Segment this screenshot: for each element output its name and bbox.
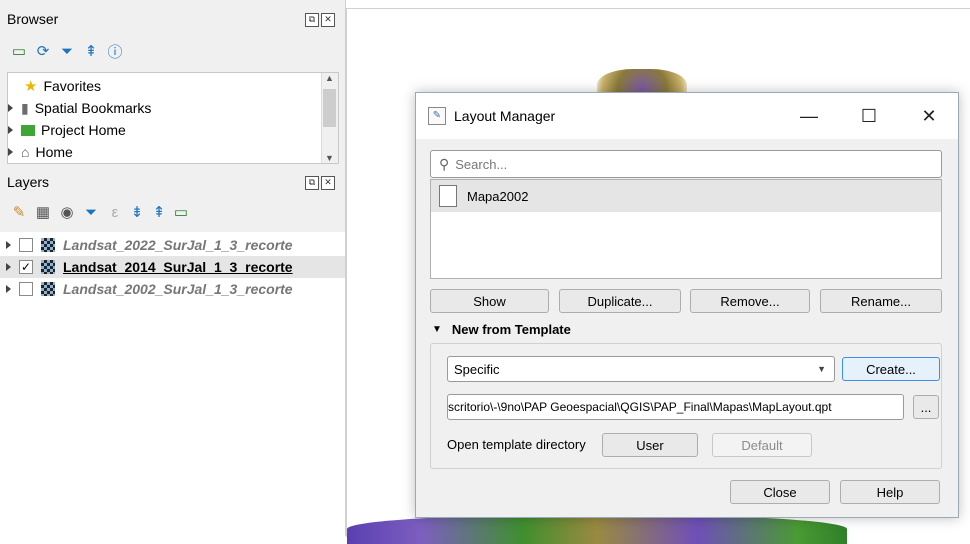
close-panel-icon[interactable]: ✕ xyxy=(321,176,335,190)
layouts-list: Mapa2002 xyxy=(430,179,942,279)
float-panel-icon[interactable]: ⧉ xyxy=(305,13,319,27)
layer-label: Landsat_2002_SurJal_1_3_recorte xyxy=(63,281,293,297)
browse-button[interactable]: ... xyxy=(913,395,939,419)
expand-arrow-icon[interactable] xyxy=(8,104,13,112)
layers-panel-title: Layers xyxy=(7,174,50,190)
collapse-all-icon[interactable]: ⇞ xyxy=(150,203,168,221)
star-icon: ★ xyxy=(24,78,38,95)
tree-item-label: Favorites xyxy=(43,78,102,94)
template-select[interactable]: Specific ▼ xyxy=(447,356,835,382)
template-path-input[interactable]: scritorio\-\9no\PAP Geoespacial\QGIS\PAP… xyxy=(447,394,904,420)
tree-item-favorites[interactable]: ★ Favorites xyxy=(24,75,101,97)
collapse-arrow-icon: ▼ xyxy=(432,324,442,335)
layer-label: Landsat_2014_SurJal_1_3_recorte xyxy=(63,259,293,275)
template-group: Specific ▼ Create... scritorio\-\9no\PAP… xyxy=(430,343,942,469)
expand-arrow-icon[interactable] xyxy=(8,126,13,134)
layout-manager-icon: ✎ xyxy=(428,107,446,125)
close-button[interactable]: Close xyxy=(730,480,830,504)
help-button[interactable]: Help xyxy=(840,480,940,504)
close-icon[interactable]: ✕ xyxy=(906,93,952,139)
dialog-titlebar[interactable]: ✎ Layout Manager — ☐ ✕ xyxy=(416,93,958,139)
add-group-icon[interactable]: ▦ xyxy=(34,203,52,221)
remove-layer-icon[interactable]: ▭ xyxy=(172,203,190,221)
dialog-title: Layout Manager xyxy=(454,108,556,124)
browser-scrollbar[interactable]: ▲ ▼ xyxy=(321,73,338,163)
float-panel-icon[interactable]: ⧉ xyxy=(305,176,319,190)
tree-item-project-home[interactable]: Project Home xyxy=(8,119,126,141)
raster-layer-icon xyxy=(41,260,55,274)
section-title: New from Template xyxy=(451,322,571,337)
minimize-icon[interactable]: — xyxy=(786,93,832,139)
raster-layer-icon xyxy=(41,238,55,252)
template-path-value: scritorio\-\9no\PAP Geoespacial\QGIS\PAP… xyxy=(448,400,832,414)
layer-row-selected[interactable]: ✓ Landsat_2014_SurJal_1_3_recorte xyxy=(0,256,345,278)
project-home-icon xyxy=(21,124,35,136)
add-selected-layers-icon[interactable]: ▭ xyxy=(10,42,28,60)
layer-label: Landsat_2022_SurJal_1_3_recorte xyxy=(63,237,293,253)
expand-arrow-icon[interactable] xyxy=(6,285,11,293)
layout-name: Mapa2002 xyxy=(467,188,529,204)
raster-layer-icon xyxy=(41,282,55,296)
tree-item-home[interactable]: ⌂ Home xyxy=(8,141,73,163)
remove-button[interactable]: Remove... xyxy=(690,289,810,313)
layout-manager-dialog: ✎ Layout Manager — ☐ ✕ ⚲ Search... Mapa2… xyxy=(415,92,959,518)
filter-icon[interactable]: ⏷ xyxy=(58,42,76,60)
duplicate-button[interactable]: Duplicate... xyxy=(559,289,681,313)
scroll-up-icon[interactable]: ▲ xyxy=(325,73,334,83)
home-icon: ⌂ xyxy=(21,144,30,160)
user-directory-button[interactable]: User xyxy=(602,433,698,457)
browser-panel-title: Browser xyxy=(7,11,59,27)
chevron-down-icon: ▼ xyxy=(817,364,826,374)
layer-checkbox[interactable] xyxy=(19,282,33,296)
search-placeholder: Search... xyxy=(455,156,508,172)
browser-tree: ★ Favorites ▮ Spatial Bookmarks Project … xyxy=(7,72,339,164)
expand-arrow-icon[interactable] xyxy=(8,148,13,156)
manage-visibility-icon[interactable]: ◉ xyxy=(58,203,76,221)
layer-row[interactable]: Landsat_2022_SurJal_1_3_recorte xyxy=(6,234,293,256)
layer-checkbox[interactable]: ✓ xyxy=(19,260,33,274)
close-panel-icon[interactable]: ✕ xyxy=(321,13,335,27)
search-input[interactable]: ⚲ Search... xyxy=(430,150,942,178)
tree-item-label: Spatial Bookmarks xyxy=(34,100,152,116)
tree-item-label: Home xyxy=(35,144,73,160)
bookmark-icon: ▮ xyxy=(21,99,29,116)
collapse-all-icon[interactable]: ⇞ xyxy=(82,42,100,60)
left-dock: Browser ⧉ ✕ ▭ ⟳ ⏷ ⇞ ⓘ ★ Favorites ▮ Spat… xyxy=(0,0,346,536)
scroll-thumb[interactable] xyxy=(323,89,336,127)
template-select-value: Specific xyxy=(454,361,500,377)
layout-page-icon xyxy=(439,185,457,207)
expand-all-icon[interactable]: ⇟ xyxy=(128,203,146,221)
layer-checkbox[interactable] xyxy=(19,238,33,252)
expand-arrow-icon[interactable] xyxy=(6,263,11,271)
maximize-icon[interactable]: ☐ xyxy=(846,93,892,139)
filter-legend-icon[interactable]: ⏷ xyxy=(82,203,100,221)
rename-button[interactable]: Rename... xyxy=(820,289,942,313)
tree-item-label: Project Home xyxy=(41,122,126,138)
layout-list-item[interactable]: Mapa2002 xyxy=(431,180,941,212)
refresh-icon[interactable]: ⟳ xyxy=(34,42,52,60)
style-manager-icon[interactable]: ✎ xyxy=(10,203,28,221)
search-icon: ⚲ xyxy=(439,155,450,172)
filter-expression-icon[interactable]: ε xyxy=(106,203,124,221)
layer-row[interactable]: Landsat_2002_SurJal_1_3_recorte xyxy=(6,278,293,300)
show-button[interactable]: Show xyxy=(430,289,549,313)
expand-arrow-icon[interactable] xyxy=(6,241,11,249)
layers-tree: Landsat_2022_SurJal_1_3_recorte ✓ Landsa… xyxy=(0,232,345,536)
default-directory-button[interactable]: Default xyxy=(712,433,812,457)
raster-patch xyxy=(347,514,847,544)
tree-item-spatial-bookmarks[interactable]: ▮ Spatial Bookmarks xyxy=(8,97,151,119)
scroll-down-icon[interactable]: ▼ xyxy=(325,153,334,163)
new-from-template-header[interactable]: ▼ New from Template xyxy=(432,322,571,337)
open-template-directory-label: Open template directory xyxy=(447,437,586,452)
create-button[interactable]: Create... xyxy=(842,357,940,381)
info-icon[interactable]: ⓘ xyxy=(106,42,124,61)
